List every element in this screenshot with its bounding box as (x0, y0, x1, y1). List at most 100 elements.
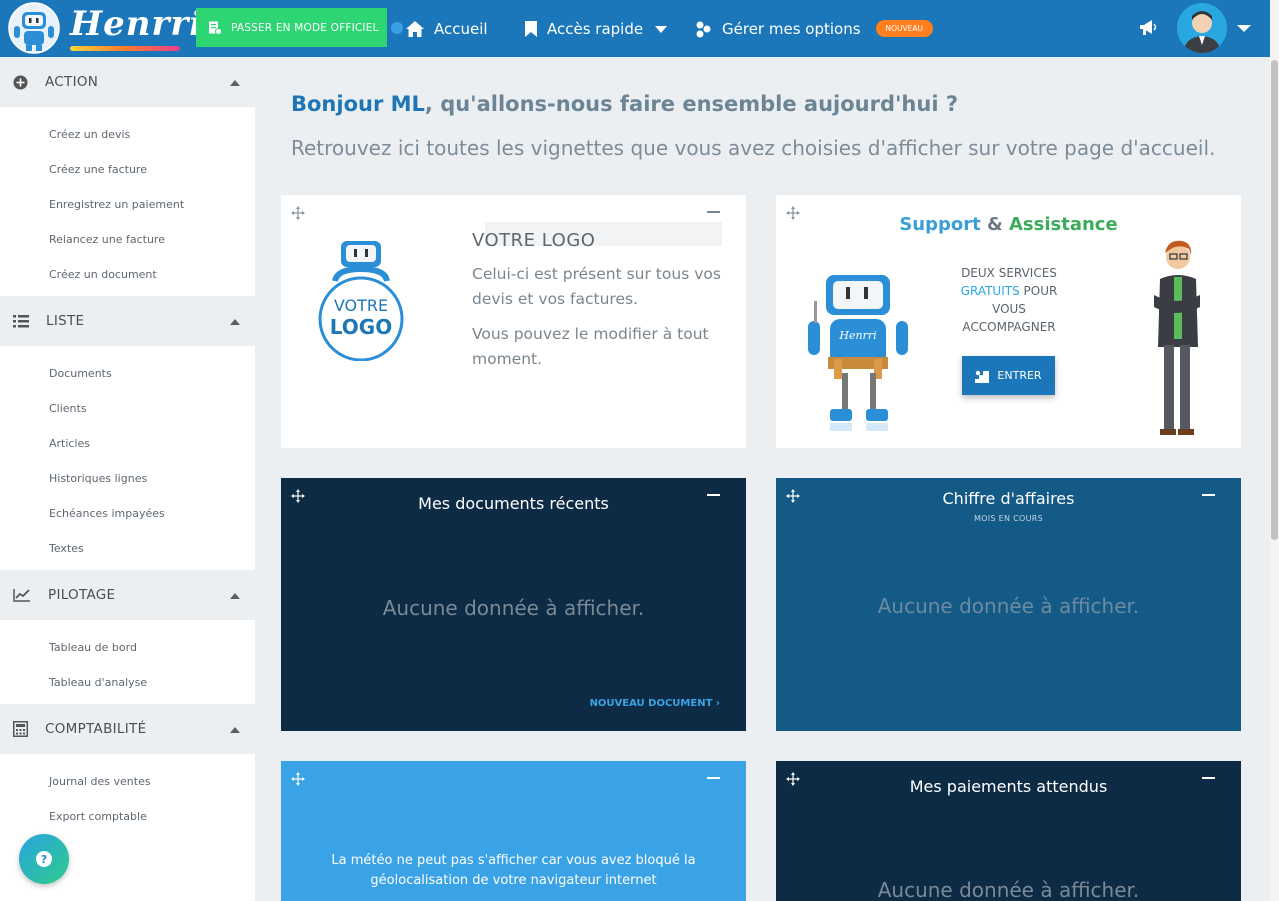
sidebar-section-pilotage[interactable]: PILOTAGE (0, 570, 255, 620)
megaphone-icon[interactable] (1138, 19, 1158, 37)
sidebar-item-texts[interactable]: Textes (0, 531, 255, 566)
list-icon (13, 314, 29, 327)
user-avatar[interactable] (1177, 3, 1227, 53)
widget-title: Chiffre d'affaires (942, 489, 1075, 508)
greeting-text: , qu'allons-nous faire ensemble aujourd'… (424, 92, 959, 116)
widget-title: Mes documents récents (418, 494, 609, 513)
robot-brand-text: Henrri (838, 329, 876, 342)
options-icon (696, 21, 711, 37)
weather-message: La météo ne peut pas s'afficher car vous… (331, 853, 696, 888)
expected-payments-widget[interactable]: Mes paiements attendus Aucune donnée à a… (776, 761, 1241, 901)
brand-logo[interactable]: Henrri (8, 2, 202, 54)
sidebar-item-create-invoice[interactable]: Créez une facture (0, 152, 255, 187)
brand-name: Henrri (70, 4, 204, 44)
home-icon (406, 20, 424, 37)
widget-subtitle: MOIS EN COURS (973, 514, 1044, 523)
logo-card-text: Vous pouvez le modifier à tout moment. (472, 325, 709, 368)
sidebar-item-create-document[interactable]: Créez un document (0, 257, 255, 292)
nav-options[interactable]: Gérer mes options NOUVEAU (695, 0, 934, 57)
sidebar-item-unpaid[interactable]: Echéances impayées (0, 496, 255, 531)
logo-card-text: Celui-ci est présent sur tous vos devis … (472, 265, 721, 308)
sidebar-item-dashboard[interactable]: Tableau de bord (0, 630, 255, 665)
sidebar-section-list[interactable]: LISTE (0, 296, 255, 346)
bookmark-icon (525, 20, 537, 37)
sidebar-item-documents[interactable]: Documents (0, 356, 255, 391)
support-enter-button[interactable]: ENTRER (962, 356, 1055, 395)
new-document-label: NOUVEAU DOCUMENT (589, 698, 713, 709)
brand-swoosh (70, 46, 180, 51)
empty-message: Aucune donnée à afficher. (382, 596, 645, 620)
revenue-widget[interactable]: Chiffre d'affaires MOIS EN COURS Aucune … (776, 478, 1241, 731)
logo-card-title: VOTRE LOGO (472, 230, 596, 251)
greeting-name: Bonjour ML (291, 92, 425, 116)
support-enter-label: ENTRER (997, 369, 1042, 382)
support-stairs-icon (975, 370, 990, 383)
document-settings-icon (209, 21, 222, 35)
logo-widget[interactable]: VOTRE LOGO VOTRE LOGO Celui-ci est prése… (281, 195, 746, 448)
sidebar-section-action[interactable]: ACTION (0, 57, 255, 107)
nav-home[interactable]: Accueil (405, 0, 488, 57)
nav-home-label: Accueil (434, 19, 488, 38)
sidebar-item-create-quote[interactable]: Créez un devis (0, 117, 255, 152)
move-icon[interactable] (291, 772, 305, 786)
collapse-icon[interactable] (230, 80, 240, 86)
nav-quick-access-label: Accès rapide (547, 19, 644, 38)
section-label: ACTION (45, 74, 99, 90)
collapse-icon[interactable] (230, 727, 240, 733)
section-label: PILOTAGE (48, 587, 116, 603)
page-subtitle: Retrouvez ici toutes les vignettes que v… (291, 136, 1216, 160)
official-mode-button[interactable]: PASSER EN MODE OFFICIEL (196, 8, 387, 47)
sidebar-item-record-payment[interactable]: Enregistrez un paiement (0, 187, 255, 222)
chevron-down-icon (655, 25, 668, 33)
calculator-icon (13, 721, 28, 737)
support-title-amp: & (980, 214, 1009, 235)
page-scrollbar[interactable] (1270, 0, 1279, 901)
sidebar-item-line-history[interactable]: Historiques lignes (0, 461, 255, 496)
empty-message: Aucune donnée à afficher. (877, 594, 1140, 618)
sidebar-item-remind-invoice[interactable]: Relancez une facture (0, 222, 255, 257)
support-description: DEUX SERVICES GRATUITS POUR VOUS ACCOMPA… (944, 264, 1074, 336)
robot-logo-icon: VOTRE LOGO (318, 241, 404, 361)
question-icon: ? (36, 851, 52, 867)
help-button[interactable]: ? (19, 834, 69, 884)
sidebar-section-accounting[interactable]: COMPTABILITÉ (0, 704, 255, 754)
support-desc-highlight: GRATUITS (960, 284, 1020, 298)
top-bar: Henrri PASSER EN MODE OFFICIEL Accueil A… (0, 0, 1270, 57)
logo-badge-line1: VOTRE (334, 296, 388, 315)
sidebar-item-clients[interactable]: Clients (0, 391, 255, 426)
sidebar-item-articles[interactable]: Articles (0, 426, 255, 461)
support-title-part1: Support (899, 214, 981, 235)
collapse-icon[interactable] (230, 593, 240, 599)
support-desc-line1: DEUX SERVICES (961, 266, 1057, 280)
sidebar-item-accounting-export[interactable]: Export comptable (0, 799, 255, 834)
official-mode-label: PASSER EN MODE OFFICIEL (231, 21, 379, 34)
scrollbar-thumb[interactable] (1271, 60, 1278, 540)
section-label: COMPTABILITÉ (45, 721, 147, 737)
sidebar-item-analysis[interactable]: Tableau d'analyse (0, 665, 255, 700)
user-menu-caret-icon[interactable] (1237, 25, 1251, 32)
new-badge: NOUVEAU (875, 20, 934, 37)
logo-badge-line2: LOGO (330, 315, 392, 339)
robot-mechanic-illustration: Henrri (808, 275, 908, 431)
minimize-icon[interactable] (707, 777, 720, 779)
sidebar: ACTION Créez un devis Créez une facture … (0, 57, 255, 901)
move-icon[interactable] (291, 206, 305, 220)
weather-widget[interactable]: La météo ne peut pas s'afficher car vous… (281, 761, 746, 901)
plus-circle-icon (13, 75, 28, 89)
support-widget[interactable]: Support & Assistance Henrri DEUX SERVICE… (776, 195, 1241, 448)
collapse-icon[interactable] (230, 319, 240, 325)
user-icon (1183, 11, 1221, 53)
new-document-link[interactable]: NOUVEAU DOCUMENT › (590, 698, 720, 709)
minimize-icon[interactable] (707, 211, 720, 213)
chevron-right-icon: › (715, 698, 720, 709)
sidebar-item-sales-journal[interactable]: Journal des ventes (0, 764, 255, 799)
man-illustration (1154, 240, 1200, 435)
empty-message: Aucune donnée à afficher. (877, 878, 1140, 901)
widget-title: Mes paiements attendus (909, 777, 1108, 796)
section-label: LISTE (46, 313, 85, 329)
nav-quick-access[interactable]: Accès rapide (524, 0, 668, 57)
support-title-part2: Assistance (1008, 214, 1118, 235)
recent-documents-widget[interactable]: Mes documents récents Aucune donnée à af… (281, 478, 746, 731)
support-title: Support & Assistance (776, 214, 1241, 235)
greeting: Bonjour ML, qu'allons-nous faire ensembl… (291, 92, 958, 116)
